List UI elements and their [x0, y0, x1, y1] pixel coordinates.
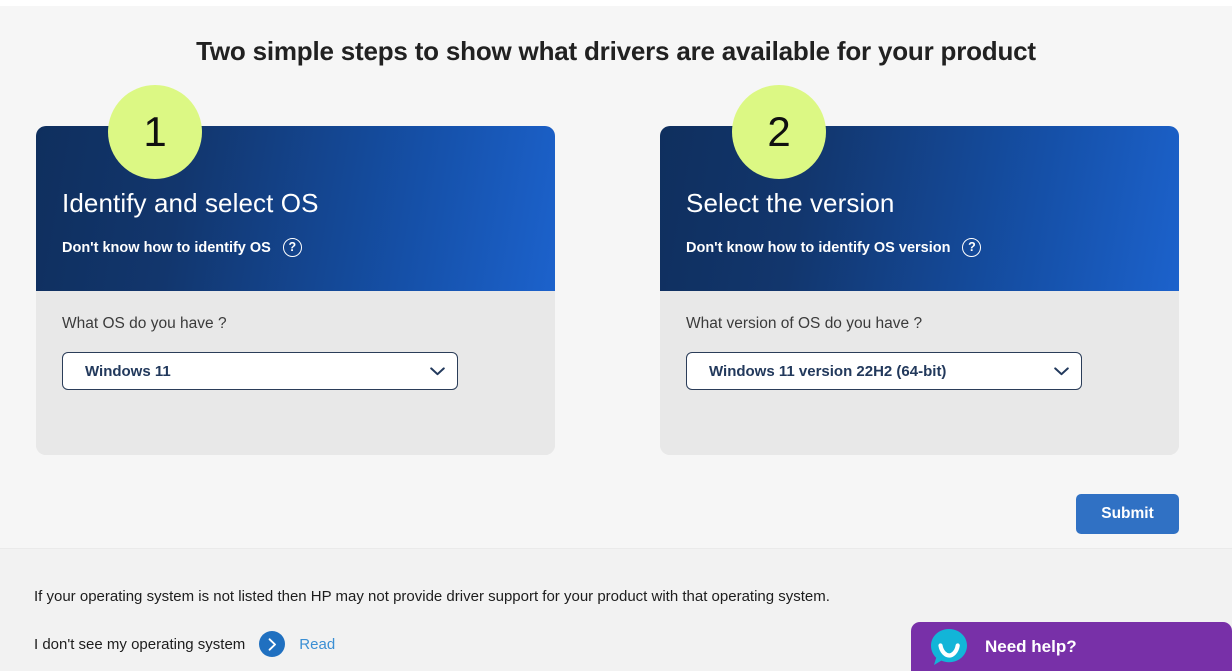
step-card-2-body: What version of OS do you have ? Windows…: [660, 291, 1179, 455]
unsupported-os-note: If your operating system is not listed t…: [34, 588, 830, 605]
step-card-1-subtitle-row: Don't know how to identify OS ?: [62, 238, 302, 257]
chat-bubble-smile-icon: [931, 628, 967, 665]
page-title: Two simple steps to show what drivers ar…: [196, 36, 1036, 66]
read-link[interactable]: Read: [299, 636, 335, 653]
os-version-select-value: Windows 11 version 22H2 (64-bit): [709, 362, 947, 380]
os-select[interactable]: Windows 11: [62, 352, 458, 390]
question-mark-icon[interactable]: ?: [282, 238, 302, 257]
step-badge-1: 1: [108, 85, 202, 179]
chevron-right-glyph: [268, 637, 276, 651]
chevron-down-icon: [430, 366, 445, 375]
need-help-chat-widget[interactable]: Need help?: [911, 622, 1232, 671]
os-version-field-label: What version of OS do you have ?: [686, 315, 923, 332]
os-field-label: What OS do you have ?: [62, 315, 227, 332]
submit-button[interactable]: Submit: [1076, 494, 1179, 534]
step-card-2-title: Select the version: [686, 188, 895, 218]
os-select-value: Windows 11: [85, 362, 171, 380]
step-badge-2: 2: [732, 85, 826, 179]
missing-os-row: I don't see my operating system Read: [34, 631, 335, 657]
step-card-1-title: Identify and select OS: [62, 188, 319, 218]
step-card-1-subtitle: Don't know how to identify OS: [62, 239, 271, 256]
chevron-down-icon: [1054, 366, 1069, 375]
chat-widget-label: Need help?: [985, 636, 1077, 656]
chevron-right-circle-icon[interactable]: [259, 631, 286, 657]
step-card-2-subtitle-row: Don't know how to identify OS version ?: [686, 238, 982, 257]
os-version-select[interactable]: Windows 11 version 22H2 (64-bit): [686, 352, 1082, 390]
question-mark-icon[interactable]: ?: [962, 238, 982, 257]
step-card-2: Select the version Don't know how to ide…: [660, 85, 1179, 455]
step-card-2-subtitle: Don't know how to identify OS version: [686, 239, 951, 256]
missing-os-label: I don't see my operating system: [34, 635, 246, 653]
step-card-1-body: What OS do you have ? Windows 11: [36, 291, 555, 455]
step-card-1: Identify and select OS Don't know how to…: [36, 85, 555, 455]
